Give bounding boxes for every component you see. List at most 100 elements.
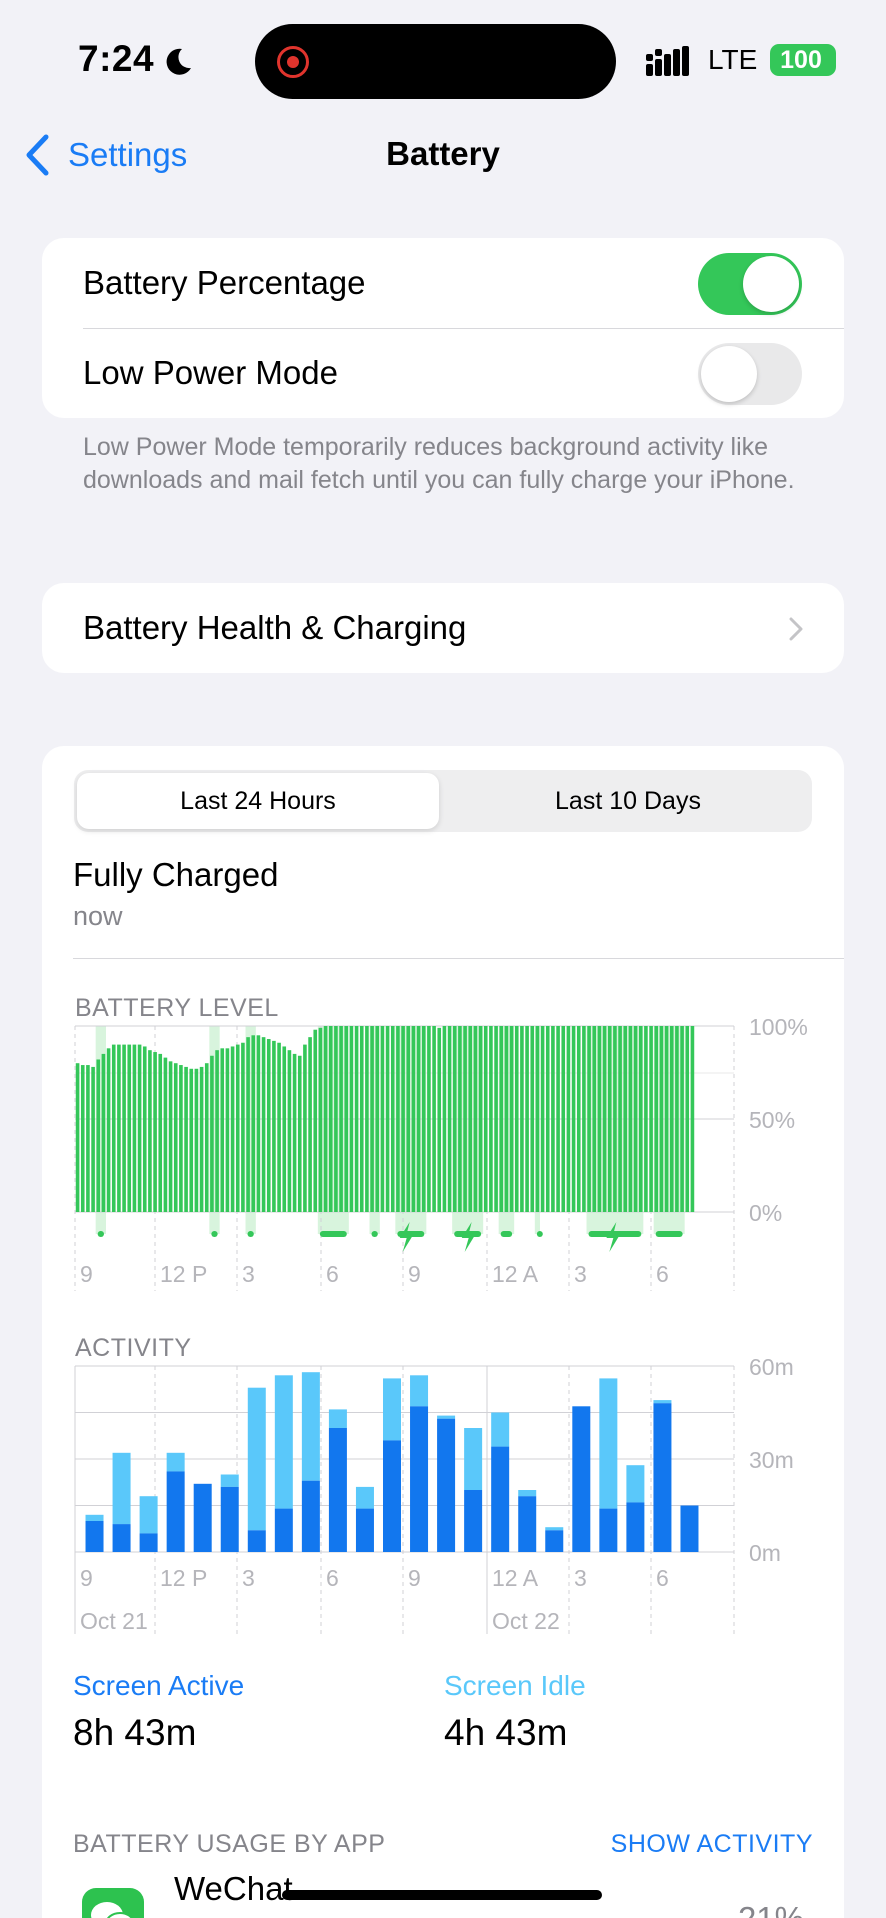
app-usage-row[interactable]: WeChat 21% — [42, 1858, 844, 1918]
screen-active-bar — [355, 1508, 374, 1552]
screen-idle-bar — [626, 1465, 645, 1503]
battery-level-chart: 100% 50% 0% 9 12 P 3 6 9 12 A 3 6 — [74, 1014, 808, 1291]
battery-bar — [282, 1046, 287, 1212]
battery-bar — [127, 1044, 132, 1212]
battery-bar — [246, 1037, 250, 1212]
activity-label: ACTIVITY — [75, 1334, 192, 1362]
x-tick-label: 3 — [574, 1565, 587, 1591]
status-bar: 7:24 LTE 100 — [0, 0, 886, 120]
screen-idle-bar — [220, 1474, 239, 1487]
low-power-mode-row: Low Power Mode — [42, 328, 844, 418]
battery-bar — [349, 1026, 354, 1212]
tab-last-24-hours[interactable]: Last 24 Hours — [77, 773, 439, 829]
charging-period-band — [452, 1026, 484, 1234]
screen-active-bar — [193, 1483, 212, 1552]
battery-bar — [463, 1026, 467, 1212]
screen-active-bar — [139, 1533, 158, 1552]
battery-bar — [473, 1026, 478, 1212]
battery-bar — [101, 1053, 106, 1212]
battery-bar — [556, 1026, 560, 1212]
battery-bar — [406, 1026, 411, 1212]
screen-active-bar — [653, 1403, 672, 1552]
screen-active-bar — [85, 1521, 104, 1552]
battery-bar — [292, 1053, 297, 1212]
home-indicator[interactable] — [282, 1890, 602, 1900]
battery-bar — [375, 1026, 380, 1212]
screen-active-bar — [626, 1502, 645, 1552]
battery-bar — [230, 1046, 235, 1212]
divider — [73, 958, 844, 959]
battery-bar — [210, 1055, 214, 1212]
charging-indicator — [371, 1231, 378, 1237]
battery-bar — [659, 1026, 664, 1212]
battery-bar — [173, 1063, 178, 1212]
battery-bar — [132, 1044, 137, 1212]
battery-bar — [396, 1026, 400, 1212]
screen-idle-bar — [355, 1486, 374, 1509]
usage-by-app-label: BATTERY USAGE BY APP — [73, 1830, 386, 1858]
network-type: LTE — [708, 44, 758, 75]
charge-status-time: now — [73, 901, 123, 931]
battery-level-label: BATTERY LEVEL — [75, 994, 279, 1022]
battery-bar — [142, 1046, 147, 1212]
charging-indicator — [500, 1231, 513, 1237]
screen-idle-bar — [166, 1452, 185, 1472]
y-tick-label: 0m — [749, 1540, 781, 1566]
battery-bar — [235, 1044, 240, 1212]
battery-bar — [416, 1026, 421, 1212]
battery-bar — [690, 1026, 695, 1212]
battery-cap — [831, 54, 836, 66]
battery-bar — [91, 1066, 95, 1212]
screen-active-bar — [437, 1418, 456, 1552]
charging-period-band — [653, 1026, 685, 1234]
battery-bar — [452, 1026, 457, 1212]
charging-indicator — [536, 1231, 543, 1237]
x-tick-label: 12 P — [160, 1261, 207, 1287]
low-power-mode-toggle[interactable] — [698, 343, 802, 405]
battery-health-group: Battery Health & Charging — [42, 583, 844, 673]
battery-bar — [509, 1026, 514, 1212]
battery-bar — [153, 1052, 157, 1212]
battery-bar — [189, 1068, 194, 1212]
x-tick-label: 9 — [408, 1565, 421, 1591]
battery-bar — [442, 1026, 447, 1212]
battery-bar — [545, 1026, 550, 1212]
battery-bar — [80, 1065, 85, 1212]
x-tick-label: 6 — [656, 1261, 669, 1287]
battery-bar — [370, 1026, 374, 1212]
dynamic-island[interactable] — [255, 24, 616, 99]
battery-bar — [602, 1026, 607, 1212]
battery-bar — [354, 1026, 359, 1212]
battery-bar — [613, 1026, 617, 1212]
battery-health-row[interactable]: Battery Health & Charging — [42, 583, 844, 673]
battery-toggles-group: Battery Percentage Low Power Mode — [42, 238, 844, 418]
battery-bar — [535, 1026, 540, 1212]
battery-bar — [638, 1026, 643, 1212]
app-usage-percent: 21% — [738, 1900, 804, 1918]
chevron-right-icon — [789, 617, 803, 641]
y-tick-label: 50% — [749, 1107, 795, 1133]
screen-idle-bar — [328, 1409, 347, 1428]
battery-bar — [685, 1026, 690, 1212]
charging-indicator — [211, 1231, 218, 1237]
battery-bar — [163, 1057, 168, 1212]
battery-bar — [514, 1026, 519, 1212]
show-activity-button[interactable]: SHOW ACTIVITY — [611, 1830, 813, 1859]
app-name: WeChat — [174, 1870, 293, 1907]
moon-icon — [166, 48, 191, 75]
battery-bar — [587, 1026, 591, 1212]
screen-active-bar — [274, 1508, 293, 1552]
battery-bar — [359, 1026, 364, 1212]
low-power-footnote: Low Power Mode temporarily reduces backg… — [83, 433, 795, 494]
battery-bar — [75, 1063, 80, 1212]
battery-bar — [385, 1026, 390, 1212]
y-tick-label: 60m — [749, 1354, 794, 1380]
battery-percentage-toggle[interactable] — [698, 253, 802, 315]
battery-bar — [427, 1026, 431, 1212]
tab-last-10-days[interactable]: Last 10 Days — [447, 773, 809, 829]
x-tick-label: 6 — [326, 1565, 339, 1591]
screen-active-bar — [383, 1440, 401, 1552]
battery-bar — [437, 1027, 442, 1212]
screen-active-label: Screen Active — [73, 1670, 245, 1701]
x-tick-label: 3 — [574, 1261, 587, 1287]
